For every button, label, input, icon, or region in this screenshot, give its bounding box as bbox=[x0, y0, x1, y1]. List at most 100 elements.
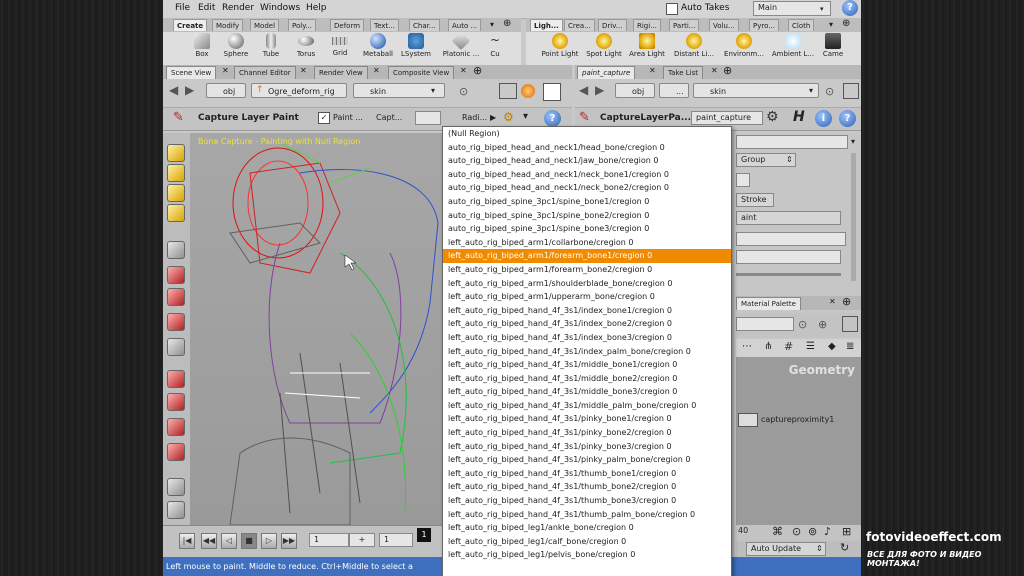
dropdown-item[interactable]: left_auto_rig_biped_hand_4f_3s1/middle_b… bbox=[443, 385, 731, 399]
shelf-menu-icon[interactable]: ▾ bbox=[829, 20, 833, 29]
tool-area-light[interactable]: Area Light bbox=[626, 32, 668, 58]
help-icon[interactable]: ? bbox=[839, 110, 856, 127]
shelf-tab-model[interactable]: Model bbox=[250, 19, 280, 31]
dropdown-item[interactable]: auto_rig_biped_spine_3pc1/spine_bone2/cr… bbox=[443, 209, 731, 223]
param-field-3[interactable] bbox=[736, 232, 846, 246]
add-tab-icon[interactable]: ⊕ bbox=[473, 64, 482, 77]
help-icon[interactable]: ? bbox=[544, 110, 561, 127]
snapshot-icon[interactable] bbox=[543, 83, 561, 101]
dropdown-item[interactable]: auto_rig_biped_head_and_neck1/neck_bone1… bbox=[443, 168, 731, 182]
path-sub[interactable]: skin bbox=[693, 83, 819, 98]
help-icon[interactable]: ? bbox=[842, 0, 858, 16]
scene-viewport[interactable]: Bone Capture - Painting with Null Region bbox=[190, 133, 443, 525]
dropdown-item[interactable]: left_auto_rig_biped_hand_4f_3s1/middle_b… bbox=[443, 372, 731, 386]
tool-metaball[interactable]: Metaball bbox=[361, 32, 395, 58]
menu-help[interactable]: Help bbox=[306, 3, 327, 13]
tool-lsystem[interactable]: LSystem bbox=[399, 32, 433, 58]
shelf-tab-pyro[interactable]: Pyro... bbox=[749, 19, 779, 31]
pin-icon[interactable]: ⊙ bbox=[825, 85, 834, 98]
grid-icon[interactable]: # bbox=[784, 340, 793, 353]
add-shelf-icon[interactable]: ⊕ bbox=[842, 18, 850, 29]
tool-curve[interactable]: ~ Cu bbox=[485, 32, 505, 58]
close-icon[interactable]: ✕ bbox=[829, 297, 836, 306]
dropdown-item[interactable]: left_auto_rig_biped_hand_4f_3s1/pinky_pa… bbox=[443, 453, 731, 467]
shelf-tab-cloth[interactable]: Cloth bbox=[788, 19, 815, 31]
close-icon[interactable]: ✕ bbox=[222, 66, 229, 75]
update-mode-menu[interactable]: Auto Update bbox=[746, 542, 826, 556]
dropdown-item[interactable]: left_auto_rig_biped_hand_4f_3s1/thumb_bo… bbox=[443, 467, 731, 481]
tool-grid[interactable]: Grid bbox=[323, 32, 357, 57]
dropdown-item[interactable]: left_auto_rig_biped_hand_4f_3s1/pinky_bo… bbox=[443, 412, 731, 426]
tab-channel-editor[interactable]: Channel Editor bbox=[234, 66, 296, 79]
capture-icon[interactable] bbox=[167, 393, 185, 411]
flipbook-icon[interactable]: ⊞ bbox=[842, 525, 851, 538]
shelf-tab-text[interactable]: Text... bbox=[370, 19, 399, 31]
dropdown-item[interactable]: auto_rig_biped_head_and_neck1/head_bone/… bbox=[443, 141, 731, 155]
dropdown-item[interactable]: left_auto_rig_biped_leg1/ankle_bone/creg… bbox=[443, 521, 731, 535]
current-frame-marker[interactable]: 1 bbox=[417, 528, 431, 542]
tool-platonic[interactable]: Platonic ... bbox=[441, 31, 481, 58]
path-obj[interactable]: obj bbox=[615, 83, 655, 98]
tab-material-palette[interactable]: Material Palette bbox=[736, 297, 801, 310]
record-icon[interactable]: ⊙ bbox=[792, 525, 801, 538]
dropdown-item[interactable]: left_auto_rig_biped_leg1/calf_bone/cregi… bbox=[443, 535, 731, 549]
start-frame-field[interactable]: 1 bbox=[379, 533, 413, 547]
param-slider[interactable] bbox=[736, 273, 841, 276]
frame-field[interactable]: 1 bbox=[309, 533, 349, 547]
dropdown-item[interactable]: left_auto_rig_biped_hand_4f_3s1/index_bo… bbox=[443, 331, 731, 345]
node-icon[interactable] bbox=[738, 413, 758, 427]
pane-menu-icon[interactable] bbox=[842, 316, 858, 332]
tool-torus[interactable]: Torus bbox=[289, 32, 323, 58]
stroke-button[interactable]: Stroke bbox=[736, 193, 774, 207]
info-icon[interactable]: i bbox=[815, 110, 832, 127]
dropdown-arrow-icon[interactable]: ▾ bbox=[523, 111, 528, 122]
lock-icon[interactable] bbox=[167, 204, 185, 222]
magnet-icon[interactable] bbox=[167, 443, 185, 461]
close-icon[interactable]: ✕ bbox=[373, 66, 380, 75]
add-tab-icon[interactable]: ⊕ bbox=[723, 64, 732, 77]
dropdown-item[interactable]: left_auto_rig_biped_hand_4f_3s1/thumb_pa… bbox=[443, 508, 731, 522]
dropdown-item[interactable]: left_auto_rig_biped_leg1/pelvis_bone/cre… bbox=[443, 548, 731, 562]
hat-icon[interactable] bbox=[167, 501, 185, 519]
pin-icon[interactable]: ⊙ bbox=[459, 85, 468, 98]
param-field-2[interactable] bbox=[736, 173, 750, 187]
auto-takes-checkbox[interactable] bbox=[666, 3, 678, 15]
list-icon[interactable]: ☰ bbox=[806, 341, 815, 352]
pin-icon[interactable]: ⊙ bbox=[798, 318, 807, 331]
add-shelf-icon[interactable]: ⊕ bbox=[503, 18, 511, 29]
stop-icon[interactable]: ■ bbox=[241, 533, 257, 549]
shelf-tab-char[interactable]: Char... bbox=[409, 19, 440, 31]
tab-render-view[interactable]: Render View bbox=[314, 66, 368, 79]
dropdown-item[interactable]: left_auto_rig_biped_hand_4f_3s1/middle_p… bbox=[443, 399, 731, 413]
op-name-field[interactable]: paint_capture bbox=[691, 111, 763, 125]
back-arrow-icon[interactable]: ◀ bbox=[169, 83, 178, 97]
dropdown-item[interactable]: auto_rig_biped_spine_3pc1/spine_bone3/cr… bbox=[443, 222, 731, 236]
close-icon[interactable]: ✕ bbox=[460, 66, 467, 75]
rotate-icon[interactable] bbox=[167, 288, 185, 306]
back-arrow-icon[interactable]: ◀ bbox=[579, 83, 588, 97]
shelf-tab-drive[interactable]: Driv... bbox=[598, 19, 627, 31]
menu-windows[interactable]: Windows bbox=[260, 3, 300, 13]
key-icon[interactable]: ⌘ bbox=[772, 525, 783, 538]
tool-point-light[interactable]: Point Light bbox=[538, 32, 582, 58]
pane-menu-icon[interactable] bbox=[843, 83, 859, 99]
shelf-tab-deform[interactable]: Deform bbox=[330, 19, 365, 31]
handle-icon[interactable] bbox=[167, 338, 185, 356]
dropdown-item[interactable]: left_auto_rig_biped_hand_4f_3s1/pinky_bo… bbox=[443, 426, 731, 440]
layout-icon[interactable]: ⋯ bbox=[742, 341, 752, 352]
param-field-4[interactable] bbox=[736, 250, 841, 264]
arrow-right-icon[interactable]: ▶ bbox=[490, 113, 496, 122]
forward-arrow-icon[interactable]: ▶ bbox=[595, 83, 604, 97]
path-dots[interactable]: ... bbox=[659, 83, 689, 98]
forward-arrow-icon[interactable]: ▶ bbox=[185, 83, 194, 97]
network-view[interactable]: Geometry captureproximity1 bbox=[736, 357, 861, 525]
book-icon[interactable] bbox=[167, 478, 185, 496]
tool-sphere[interactable]: Sphere bbox=[219, 32, 253, 58]
shelf-menu-icon[interactable]: ▾ bbox=[490, 20, 494, 29]
dropdown-item[interactable]: left_auto_rig_biped_arm1/forearm_bone1/c… bbox=[443, 249, 731, 263]
dropdown-item[interactable]: left_auto_rig_biped_hand_4f_3s1/pinky_bo… bbox=[443, 440, 731, 454]
refresh-icon[interactable]: ↻ bbox=[840, 541, 849, 554]
shelf-tab-create[interactable]: Create bbox=[173, 19, 208, 31]
paint-mode-menu[interactable]: aint bbox=[736, 211, 841, 225]
shelf-tab-modify[interactable]: Modify bbox=[212, 19, 244, 31]
